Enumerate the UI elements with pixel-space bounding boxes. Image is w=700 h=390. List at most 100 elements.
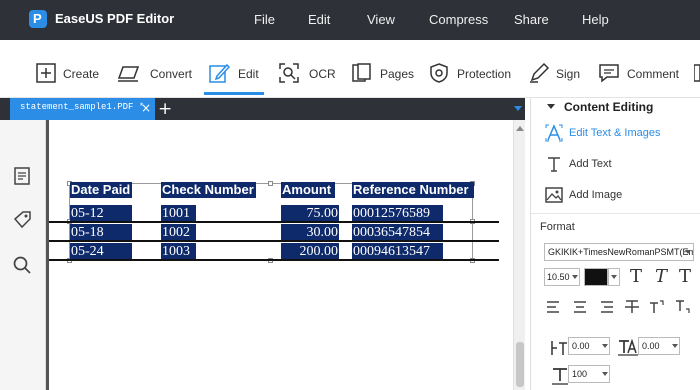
table-cell-date[interactable]: 05-24 [70, 243, 132, 260]
chevron-down-icon[interactable] [602, 372, 608, 376]
comment-icon [599, 64, 619, 83]
collapse-caret-icon[interactable] [547, 104, 555, 109]
add-image-button[interactable]: Add Image [543, 183, 693, 209]
document-tab-label: statement_sample1.PDF * [20, 102, 145, 112]
text-color-dropdown[interactable] [608, 268, 620, 286]
menu-compress[interactable]: Compress [429, 12, 488, 27]
ocr-icon [279, 63, 299, 83]
document-tab-bar: statement_sample1.PDF * × + [0, 98, 525, 120]
document-tab[interactable]: statement_sample1.PDF * × [10, 98, 155, 120]
table-cell-reference[interactable]: 00094613547 [352, 243, 443, 260]
chevron-down-icon[interactable] [672, 344, 678, 348]
text-style-bold-button[interactable]: T [679, 266, 691, 287]
plus-square-icon [36, 63, 56, 83]
tool-create-label: Create [63, 67, 100, 81]
convert-icon [117, 66, 140, 82]
subscript-icon[interactable] [675, 299, 691, 315]
add-image-label: Add Image [569, 189, 623, 201]
add-text-button[interactable]: Add Text [543, 152, 693, 178]
active-tool-indicator [204, 92, 264, 95]
toolbar-overflow-button[interactable] [690, 40, 700, 98]
panel-divider [531, 213, 700, 214]
table-header-reference-number[interactable]: Reference Number [352, 182, 474, 198]
left-sidebar [0, 98, 46, 390]
resize-handle[interactable] [268, 181, 273, 186]
title-bar: P EaseUS PDF Editor File Edit View Compr… [0, 0, 700, 40]
tool-ocr-label: OCR [309, 67, 336, 81]
table-header-amount[interactable]: Amount [281, 182, 335, 198]
table-cell-amount[interactable]: 200.00 [281, 243, 339, 260]
pencil-edit-icon [209, 63, 230, 83]
table-cell-check[interactable]: 1002 [161, 224, 196, 241]
table-cell-date[interactable]: 05-18 [70, 224, 132, 241]
table-header-date-paid[interactable]: Date Paid [70, 182, 132, 198]
table-cell-reference[interactable]: 00036547854 [352, 224, 443, 241]
align-center-icon[interactable] [572, 299, 588, 315]
add-text-label: Add Text [569, 158, 612, 170]
align-left-icon[interactable] [546, 299, 562, 315]
shield-icon [430, 63, 448, 83]
page-thumbnails-icon[interactable] [12, 166, 32, 186]
main-toolbar: Create Convert Edit OCR Pages Protection… [0, 40, 700, 98]
line-spacing-icon [618, 338, 638, 356]
line-spacing-value: 0.00 [642, 341, 660, 351]
add-image-icon [545, 187, 563, 203]
bookmark-tag-icon[interactable] [12, 210, 32, 230]
pages-icon [352, 63, 371, 82]
align-right-icon[interactable] [598, 299, 614, 315]
tool-protection-label: Protection [457, 67, 512, 81]
text-color-swatch[interactable] [584, 268, 608, 286]
table-cell-amount[interactable]: 75.00 [281, 205, 339, 222]
menu-edit[interactable]: Edit [308, 12, 330, 27]
new-tab-icon[interactable]: + [158, 99, 172, 119]
pen-sign-icon [530, 62, 550, 83]
table-row-divider [49, 221, 499, 223]
format-label: Format [540, 221, 575, 233]
tool-sign-label: Sign [556, 67, 581, 81]
table-cell-amount[interactable]: 30.00 [281, 224, 339, 241]
horizontal-scale-value: 100 [572, 369, 588, 379]
font-size-value: 10.50 [547, 272, 570, 282]
strikethrough-icon[interactable] [624, 299, 640, 315]
table-cell-reference[interactable]: 00012576589 [352, 205, 443, 222]
tab-close-icon[interactable]: × [141, 101, 151, 115]
search-icon[interactable] [12, 255, 32, 275]
menu-help[interactable]: Help [582, 12, 609, 27]
tool-pages-label: Pages [380, 67, 415, 81]
font-family-select[interactable]: GKIKIK+TimesNewRomanPSMT(Embe [544, 243, 694, 261]
scroll-up-icon[interactable] [516, 126, 524, 131]
overflow-icon [694, 64, 700, 82]
menu-view[interactable]: View [367, 12, 395, 27]
scrollbar-thumb[interactable] [516, 342, 524, 387]
menu-file[interactable]: File [254, 12, 275, 27]
menu-share[interactable]: Share [514, 12, 549, 27]
vertical-scrollbar[interactable] [513, 120, 525, 390]
chevron-down-icon[interactable] [602, 344, 608, 348]
tool-convert-label: Convert [150, 67, 193, 81]
tool-comment-label: Comment [627, 67, 680, 81]
chevron-down-icon[interactable] [572, 275, 578, 279]
character-spacing-icon [551, 341, 567, 355]
table-row-divider [49, 259, 499, 261]
content-editing-panel: Content Editing Edit Text & Images Add T… [530, 98, 700, 390]
horizontal-scale-icon [552, 368, 568, 385]
text-style-italic-button[interactable]: T [655, 266, 667, 287]
tool-edit-label: Edit [238, 67, 259, 81]
table-header-check-number[interactable]: Check Number [161, 182, 256, 198]
tab-dropdown-icon[interactable] [514, 106, 522, 111]
text-style-regular-button[interactable]: T [630, 266, 642, 287]
chevron-down-icon [611, 275, 617, 279]
character-spacing-value: 0.00 [572, 341, 590, 351]
panel-heading: Content Editing [564, 100, 654, 114]
table-cell-check[interactable]: 1001 [161, 205, 196, 222]
chevron-down-icon[interactable] [685, 250, 691, 254]
app-logo-icon: P [29, 10, 47, 28]
table-cell-check[interactable]: 1003 [161, 243, 196, 260]
app-title: EaseUS PDF Editor [55, 11, 175, 26]
edit-text-images-button[interactable]: Edit Text & Images [543, 121, 693, 147]
add-text-icon [548, 157, 560, 172]
table-cell-date[interactable]: 05-12 [70, 205, 132, 222]
table-row-divider [49, 240, 499, 242]
document-canvas[interactable]: Date Paid Check Number Amount Reference … [49, 120, 513, 390]
superscript-icon[interactable] [649, 299, 665, 315]
